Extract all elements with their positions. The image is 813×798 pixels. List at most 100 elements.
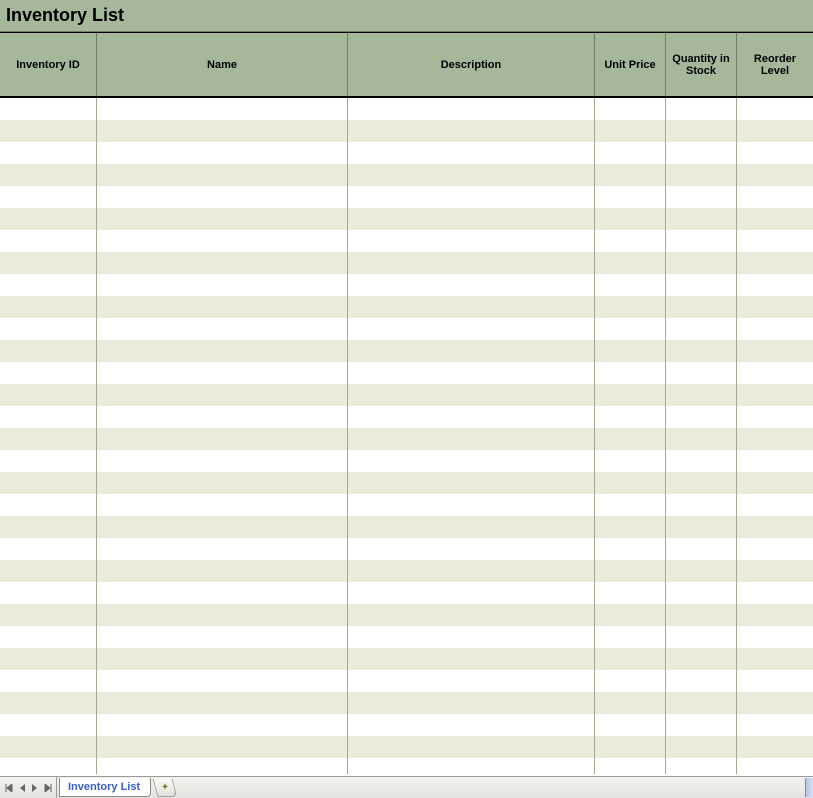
table-cell[interactable] (348, 428, 595, 450)
table-cell[interactable] (595, 384, 666, 406)
table-cell[interactable] (666, 230, 737, 252)
table-cell[interactable] (666, 142, 737, 164)
table-cell[interactable] (97, 384, 348, 406)
table-cell[interactable] (737, 516, 813, 538)
table-cell[interactable] (348, 230, 595, 252)
table-cell[interactable] (0, 142, 97, 164)
table-cell[interactable] (0, 560, 97, 582)
table-cell[interactable] (595, 604, 666, 626)
table-cell[interactable] (348, 142, 595, 164)
table-cell[interactable] (737, 604, 813, 626)
table-cell[interactable] (666, 450, 737, 472)
table-cell[interactable] (595, 362, 666, 384)
table-cell[interactable] (0, 670, 97, 692)
table-cell[interactable] (0, 384, 97, 406)
table-cell[interactable] (348, 296, 595, 318)
table-cell[interactable] (737, 736, 813, 758)
table-cell[interactable] (0, 648, 97, 670)
table-cell[interactable] (737, 230, 813, 252)
table-cell[interactable] (737, 208, 813, 230)
table-cell[interactable] (666, 538, 737, 560)
table-cell[interactable] (348, 626, 595, 648)
table-cell[interactable] (595, 736, 666, 758)
table-cell[interactable] (97, 318, 348, 340)
table-cell[interactable] (97, 604, 348, 626)
table-cell[interactable] (97, 252, 348, 274)
table-cell[interactable] (666, 758, 737, 774)
table-cell[interactable] (97, 340, 348, 362)
table-cell[interactable] (737, 494, 813, 516)
table-cell[interactable] (0, 538, 97, 560)
table-cell[interactable] (737, 472, 813, 494)
table-cell[interactable] (737, 560, 813, 582)
table-cell[interactable] (0, 98, 97, 120)
table-cell[interactable] (348, 560, 595, 582)
table-cell[interactable] (666, 670, 737, 692)
table-cell[interactable] (348, 208, 595, 230)
table-cell[interactable] (97, 450, 348, 472)
table-cell[interactable] (666, 252, 737, 274)
table-cell[interactable] (0, 472, 97, 494)
table-cell[interactable] (348, 648, 595, 670)
table-cell[interactable] (0, 340, 97, 362)
table-cell[interactable] (666, 472, 737, 494)
table-cell[interactable] (348, 692, 595, 714)
table-cell[interactable] (0, 428, 97, 450)
table-cell[interactable] (666, 120, 737, 142)
table-cell[interactable] (666, 318, 737, 340)
table-cell[interactable] (97, 560, 348, 582)
table-cell[interactable] (595, 428, 666, 450)
table-cell[interactable] (595, 98, 666, 120)
table-cell[interactable] (737, 626, 813, 648)
table-cell[interactable] (737, 340, 813, 362)
table-cell[interactable] (0, 318, 97, 340)
table-cell[interactable] (0, 208, 97, 230)
table-cell[interactable] (0, 736, 97, 758)
insert-sheet-button[interactable]: ✦ (153, 779, 178, 797)
header-unit-price[interactable]: Unit Price (595, 33, 666, 96)
table-cell[interactable] (666, 362, 737, 384)
table-cell[interactable] (348, 164, 595, 186)
table-cell[interactable] (595, 252, 666, 274)
prev-sheet-button[interactable] (16, 780, 27, 796)
table-cell[interactable] (737, 450, 813, 472)
table-cell[interactable] (595, 208, 666, 230)
table-cell[interactable] (97, 648, 348, 670)
table-cell[interactable] (737, 318, 813, 340)
table-cell[interactable] (348, 494, 595, 516)
table-cell[interactable] (348, 186, 595, 208)
table-cell[interactable] (595, 296, 666, 318)
table-cell[interactable] (348, 758, 595, 774)
table-cell[interactable] (595, 120, 666, 142)
table-cell[interactable] (666, 296, 737, 318)
table-cell[interactable] (666, 494, 737, 516)
table-cell[interactable] (0, 120, 97, 142)
table-cell[interactable] (348, 450, 595, 472)
table-cell[interactable] (348, 604, 595, 626)
table-cell[interactable] (348, 318, 595, 340)
table-cell[interactable] (737, 406, 813, 428)
table-cell[interactable] (737, 670, 813, 692)
table-cell[interactable] (595, 626, 666, 648)
table-cell[interactable] (666, 384, 737, 406)
table-cell[interactable] (666, 582, 737, 604)
table-cell[interactable] (737, 582, 813, 604)
table-cell[interactable] (97, 230, 348, 252)
table-cell[interactable] (97, 362, 348, 384)
table-cell[interactable] (97, 164, 348, 186)
table-cell[interactable] (0, 494, 97, 516)
table-cell[interactable] (737, 164, 813, 186)
table-cell[interactable] (97, 626, 348, 648)
table-cell[interactable] (737, 428, 813, 450)
table-cell[interactable] (737, 142, 813, 164)
table-cell[interactable] (97, 120, 348, 142)
table-cell[interactable] (666, 186, 737, 208)
table-cell[interactable] (666, 560, 737, 582)
table-cell[interactable] (97, 736, 348, 758)
table-cell[interactable] (97, 142, 348, 164)
header-name[interactable]: Name (97, 33, 348, 96)
first-sheet-button[interactable] (3, 780, 14, 796)
table-cell[interactable] (0, 406, 97, 428)
table-cell[interactable] (97, 758, 348, 774)
table-cell[interactable] (97, 516, 348, 538)
